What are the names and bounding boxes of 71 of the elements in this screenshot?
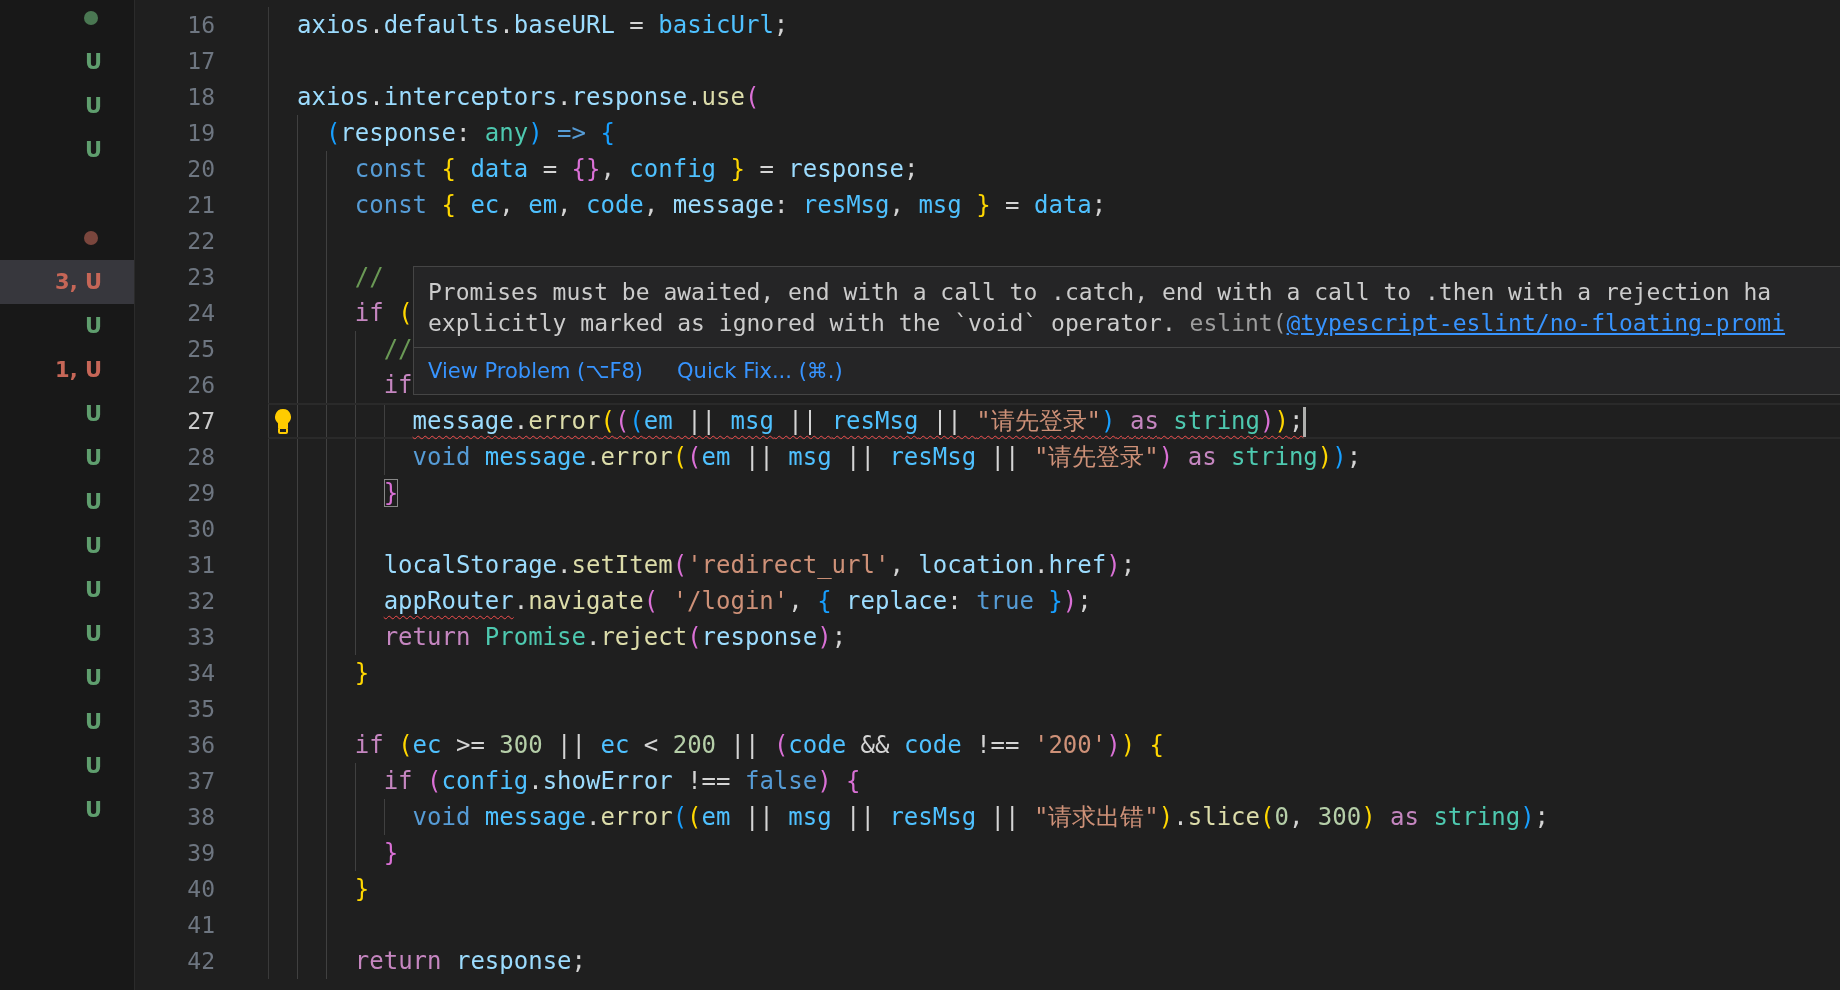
selected-file-row[interactable]: 3, U <box>0 260 134 304</box>
line-number: 24 <box>186 299 216 328</box>
code-line: return response; <box>354 946 586 976</box>
code-line: message.error(((em || msg || resMsg || "请先登录") as string)); <box>412 405 1307 437</box>
line-number: 36 <box>186 731 216 760</box>
line-number: 33 <box>186 623 216 652</box>
git-status-label: U <box>84 314 102 338</box>
code-line: if <box>383 370 413 400</box>
code-line: return Promise.reject(response); <box>383 622 847 652</box>
line-number: 21 <box>186 191 216 220</box>
line-number: 34 <box>186 659 216 688</box>
line-number: 27 <box>186 407 216 436</box>
line-number: 17 <box>186 47 216 76</box>
git-status-label: U <box>84 666 102 690</box>
code-line: // <box>354 262 384 292</box>
git-status-label: U <box>84 94 102 118</box>
git-status-label: U <box>84 138 102 162</box>
git-status-label: U <box>84 490 102 514</box>
git-status-label: U <box>84 446 102 470</box>
line-number: 40 <box>186 875 216 904</box>
line-number: 28 <box>186 443 216 472</box>
git-status-label: U <box>84 534 102 558</box>
code-line: axios.interceptors.response.use( <box>297 82 760 112</box>
line-number: 18 <box>186 83 216 112</box>
line-number: 37 <box>186 767 216 796</box>
line-number: 19 <box>186 119 216 148</box>
git-status-label: U <box>84 754 102 778</box>
line-number: 38 <box>186 803 216 832</box>
code-line: void message.error((em || msg || resMsg || "请先登录") as string)); <box>412 442 1362 472</box>
lightbulb-icon[interactable] <box>273 408 293 434</box>
git-status-label: U <box>84 578 102 602</box>
line-number: 23 <box>186 263 216 292</box>
action-link[interactable]: View Problem (⌥F8) <box>428 359 644 383</box>
code-line: axios.defaults.baseURL = basicUrl; <box>297 10 789 40</box>
git-status-label: U <box>84 710 102 734</box>
action-link[interactable]: Quick Fix... (⌘.) <box>677 359 843 383</box>
line-number: 22 <box>186 227 216 256</box>
git-status-label: U <box>84 622 102 646</box>
git-status-label: U <box>84 798 102 822</box>
code-line: const { ec, em, code, message: resMsg, msg } = data; <box>354 190 1107 220</box>
code-line: (response: any) => { <box>325 118 615 148</box>
line-number: 31 <box>186 551 216 580</box>
code-line: } <box>383 838 399 868</box>
line-number: 20 <box>186 155 216 184</box>
code-line: if (ec >= 300 || ec < 200 || (code && code !== '200')) { <box>354 730 1165 760</box>
line-number: 32 <box>186 587 216 616</box>
line-number: 35 <box>186 695 216 724</box>
line-number: 26 <box>186 371 216 400</box>
line-number: 42 <box>186 947 216 976</box>
code-line: const { data = {}, config } = response; <box>354 154 919 184</box>
code-line: // <box>383 334 413 364</box>
code-line: void message.error((em || msg || resMsg || "请求出错").slice(0, 300) as string); <box>412 802 1550 832</box>
rule-link[interactable]: @typescript-eslint/no-floating-promi <box>1286 310 1786 336</box>
code-line: appRouter.navigate( '/login', { replace: true }); <box>383 586 1092 616</box>
line-number: 29 <box>186 479 216 508</box>
code-line: if ( <box>354 298 413 328</box>
line-number: 25 <box>186 335 216 364</box>
hover-message: Promises must be awaited, end with a call to .catch, end with a call to .then with a rejection ha explicitly marked as ignored with the `void` operator. eslint(@typescript-eslint/no-floating-promi <box>427 278 1787 338</box>
git-status-label: 3, U <box>55 270 102 294</box>
code-line: localStorage.setItem('redirect_url', location.href); <box>383 550 1136 580</box>
code-line: } <box>354 658 370 688</box>
line-number: 16 <box>186 11 216 40</box>
git-status-label: 1, U <box>55 358 102 382</box>
line-number: 30 <box>186 515 216 544</box>
code-line: } <box>354 874 370 904</box>
line-number: 41 <box>186 911 216 940</box>
git-status-label: U <box>84 50 102 74</box>
code-line: } <box>383 478 399 508</box>
git-status-label: U <box>84 402 102 426</box>
code-line: if (config.showError !== false) { <box>383 766 861 796</box>
line-number: 39 <box>186 839 216 868</box>
